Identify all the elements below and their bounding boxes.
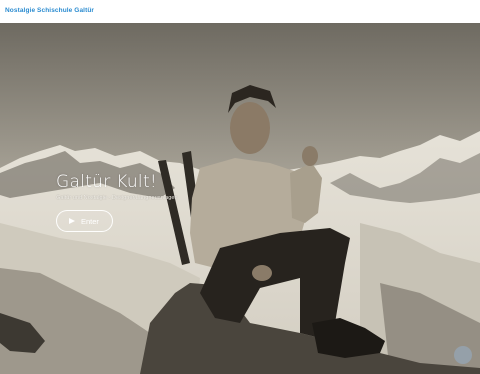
enter-button[interactable]: Enter [56,210,113,232]
scroll-up-icon[interactable] [454,346,472,364]
play-icon [69,218,75,224]
site-title[interactable]: Nostalgie Schischule Galtür [5,7,94,14]
hero-text: Galtür Kult! Galtür und Nostalgie - Desi… [56,172,178,201]
hero-banner: Galtür Kult! Galtür und Nostalgie - Desi… [0,23,480,374]
hero-title: Galtür Kult! [56,172,158,192]
hero-subtitle: Galtür und Nostalgie - Designer/Langneua… [56,195,178,201]
enter-label: Enter [81,216,99,226]
top-bar: Nostalgie Schischule Galtür [0,0,480,23]
